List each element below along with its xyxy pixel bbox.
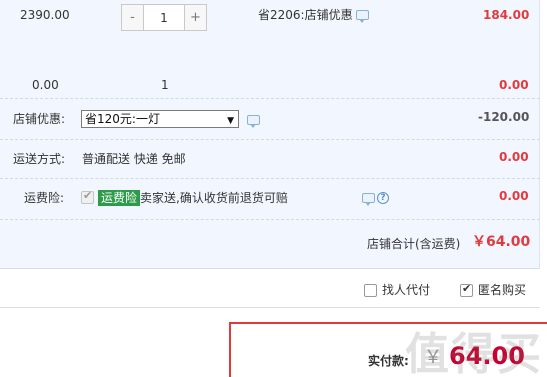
divider <box>0 178 540 179</box>
chat-icon[interactable] <box>247 115 260 128</box>
chat-icon[interactable] <box>362 193 375 206</box>
summary-quantity: 1 <box>161 78 169 92</box>
increase-quantity-button[interactable]: + <box>184 5 206 30</box>
item-subtotal: 184.00 <box>483 8 530 22</box>
shop-discount-label: 店铺优惠: <box>13 112 66 126</box>
chat-icon[interactable] <box>356 10 369 23</box>
payment-label: 实付款: <box>368 354 409 368</box>
freight-insurance-amount: 0.00 <box>499 189 529 203</box>
freight-insurance-description: 卖家送,确认收货前退货可赔 <box>140 191 288 205</box>
shipping-method: 普通配送 快递 免邮 <box>82 152 186 166</box>
divider <box>0 98 540 99</box>
divider <box>0 268 540 269</box>
freight-insurance-label: 运费险: <box>24 191 65 205</box>
freight-insurance-checkbox <box>81 189 94 204</box>
shop-total-label: 店铺合计(含运费) <box>367 237 461 251</box>
summary-subtotal: 0.00 <box>499 78 529 92</box>
chevron-down-icon: ▼ <box>227 116 234 126</box>
shop-discount-select[interactable]: 省120元:一灯 ▼ <box>81 110 239 128</box>
divider <box>0 307 540 308</box>
freight-insurance-badge: 运费险 <box>98 190 141 206</box>
summary-price: 0.00 <box>32 78 59 92</box>
watermark-logo: 值得买 <box>405 329 543 377</box>
divider <box>0 139 540 140</box>
help-icon[interactable]: ? <box>377 192 389 204</box>
shop-discount-amount: -120.00 <box>478 110 530 124</box>
shipping-label: 运送方式: <box>13 152 66 166</box>
anonymous-label[interactable]: 匿名购买 <box>478 282 526 298</box>
order-panel <box>0 0 540 268</box>
shop-total-amount: ￥64.00 <box>472 234 531 250</box>
unit-price: 2390.00 <box>20 8 70 22</box>
anonymous-checkbox[interactable] <box>460 282 473 297</box>
item-discount-text: 省2206:店铺优惠 <box>258 8 353 22</box>
pay-for-me-label[interactable]: 找人代付 <box>382 282 430 298</box>
shop-discount-selected: 省120元:一灯 <box>85 112 160 126</box>
pay-for-me-checkbox[interactable] <box>364 284 377 297</box>
quantity-stepper[interactable]: - + <box>121 4 207 31</box>
decrease-quantity-button[interactable]: - <box>122 5 144 30</box>
quantity-input[interactable] <box>144 5 184 30</box>
shipping-amount: 0.00 <box>499 150 529 164</box>
divider <box>0 219 540 220</box>
